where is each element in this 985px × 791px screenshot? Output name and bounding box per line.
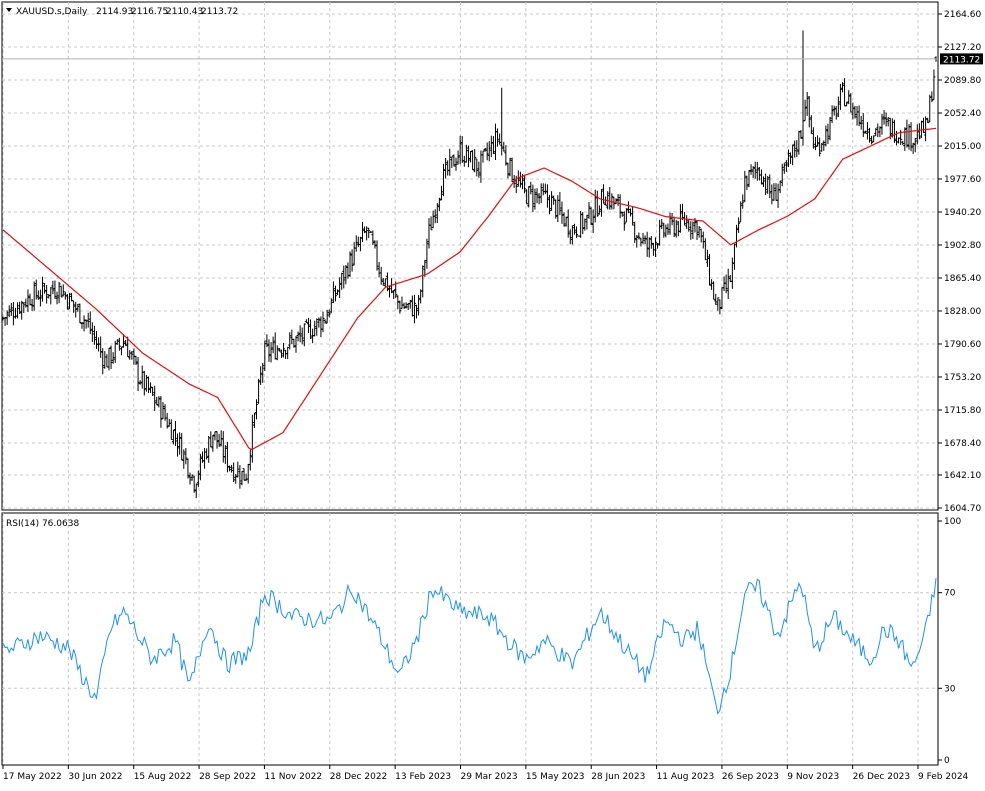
low-value: 2110.43	[166, 7, 203, 17]
time-tick-label: 26 Sep 2023	[722, 772, 779, 782]
price-tick-label: 1865.40	[944, 274, 981, 284]
close-value: 2113.72	[201, 7, 238, 17]
open-value: 2114.93	[96, 7, 133, 17]
current-price-label: 2113.72	[943, 55, 980, 65]
rsi-tick-label: 0	[944, 756, 950, 766]
price-tick-label: 1678.40	[944, 439, 981, 449]
price-tick-label: 2015.00	[944, 142, 981, 152]
time-tick-label: 26 Dec 2023	[853, 772, 911, 782]
time-tick-label: 13 Feb 2023	[395, 772, 451, 782]
time-tick-label: 29 Mar 2023	[461, 772, 518, 782]
price-tick-label: 1790.60	[944, 340, 981, 350]
price-tick-label: 2089.80	[944, 76, 981, 86]
price-tick-label: 1753.20	[944, 373, 981, 383]
current-price-tag: 2113.72	[940, 53, 983, 65]
price-tick-label: 2164.60	[944, 10, 981, 20]
time-tick-label: 9 Feb 2024	[918, 772, 969, 782]
rsi-tick-label: 100	[944, 517, 961, 527]
rsi-panel[interactable]	[1, 512, 939, 766]
price-panel[interactable]	[1, 1, 939, 511]
price-tick-label: 1828.00	[944, 307, 981, 317]
high-value: 2116.75	[131, 7, 168, 17]
time-axis[interactable]: 17 May 2022 30 Jun 2022 15 Aug 2022 28 Sep …	[2, 765, 969, 782]
time-tick-label: 15 Aug 2022	[134, 772, 192, 782]
time-tick-label: 11 Nov 2022	[264, 772, 322, 782]
time-tick-label: 28 Sep 2022	[199, 772, 256, 782]
time-tick-label: 9 Nov 2023	[787, 772, 839, 782]
rsi-tick-label: 30	[944, 684, 956, 694]
symbol-label: XAUUSD.s,Daily	[16, 7, 88, 17]
time-tick-label: 15 May 2023	[526, 772, 585, 782]
rsi-tick-label: 70	[944, 589, 956, 599]
time-tick-label: 30 Jun 2022	[68, 772, 122, 782]
time-tick-label: 11 Aug 2023	[657, 772, 715, 782]
price-tick-label: 1604.70	[944, 504, 981, 514]
price-tick-label: 1977.60	[944, 175, 981, 185]
chart-canvas[interactable]: 2164.60 2127.20 2089.80 2052.40 2015.00 1977.…	[0, 0, 985, 787]
price-tick-label: 1715.80	[944, 406, 981, 416]
price-tick-label: 1902.80	[944, 241, 981, 251]
rsi-header: RSI(14) 76.0638	[6, 519, 79, 529]
price-axis[interactable]: 2164.60 2127.20 2089.80 2052.40 2015.00 1977.…	[938, 10, 981, 514]
trading-chart[interactable]: 2164.60 2127.20 2089.80 2052.40 2015.00 1977.…	[0, 0, 985, 787]
rsi-axis[interactable]: 100 70 30 0	[938, 517, 961, 766]
time-tick-label: 28 Dec 2022	[330, 772, 388, 782]
price-tick-label: 2052.40	[944, 109, 981, 119]
time-tick-label: 28 Jun 2023	[591, 772, 645, 782]
price-tick-label: 1940.20	[944, 208, 981, 218]
price-tick-label: 2127.20	[944, 43, 981, 53]
price-tick-label: 1642.10	[944, 471, 981, 481]
time-tick-label: 17 May 2022	[3, 772, 62, 782]
symbol-header: XAUUSD.s,Daily 2114.93 2116.75 2110.43 2…	[6, 7, 238, 17]
